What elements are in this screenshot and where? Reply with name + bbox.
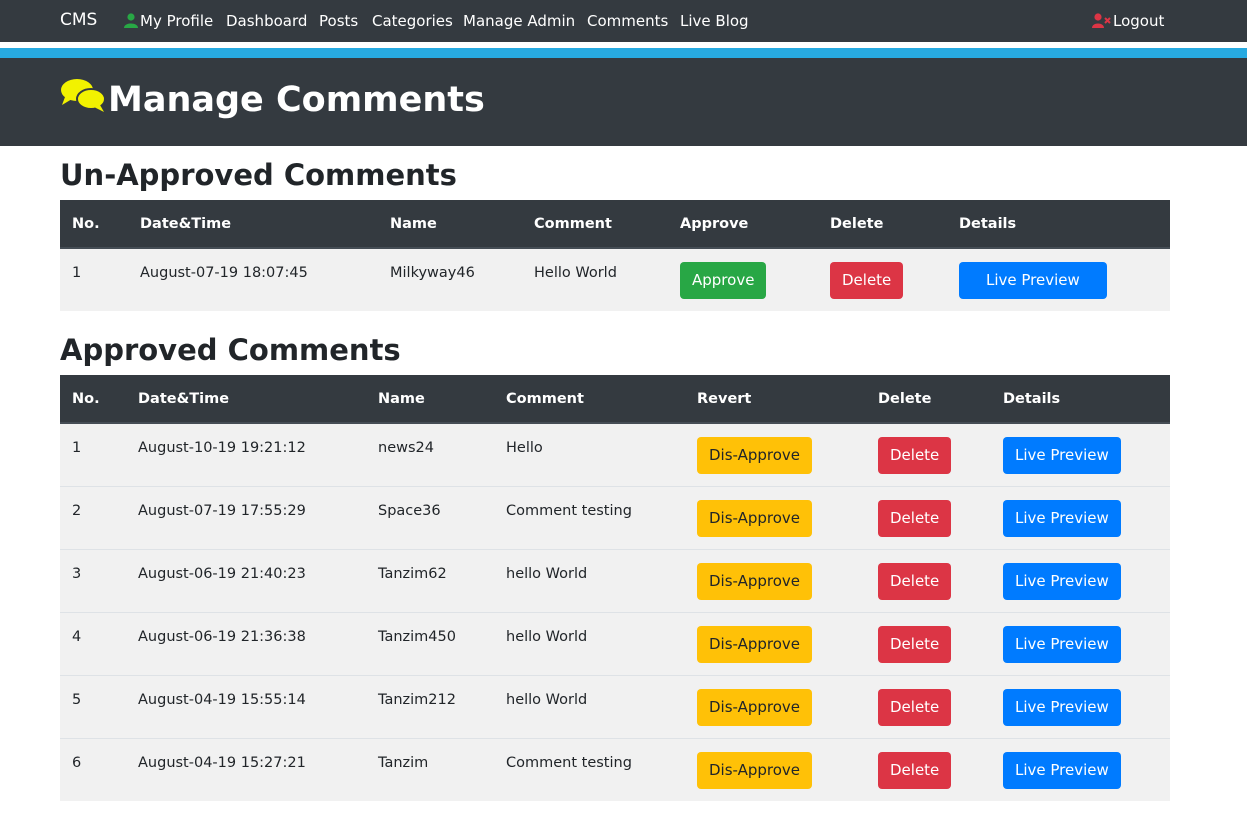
col-approve: Approve xyxy=(668,200,818,249)
live-preview-button[interactable]: Live Preview xyxy=(959,262,1107,299)
approved-table: No. Date&Time Name Comment Revert Delete… xyxy=(60,375,1170,801)
row-comment: hello World xyxy=(506,565,588,582)
row-datetime: August-06-19 21:36:38 xyxy=(138,628,306,645)
disapprove-button[interactable]: Dis-Approve xyxy=(697,625,813,663)
row-name: news24 xyxy=(378,440,434,456)
col-delete: Delete xyxy=(818,200,947,249)
disapprove-button[interactable]: Dis-Approve xyxy=(697,562,813,600)
row-number: 2 xyxy=(72,502,82,519)
row-name: Tanzim62 xyxy=(378,565,447,582)
row-number: 6 xyxy=(72,754,82,771)
unapproved-heading: Un-Approved Comments xyxy=(60,158,457,192)
approved-heading: Approved Comments xyxy=(60,333,401,367)
row-number: 3 xyxy=(72,565,82,582)
delete-button[interactable]: Delete xyxy=(830,262,904,299)
col-no: No. xyxy=(60,200,128,249)
table-row: 1 August-07-19 18:07:45 Milkyway46 Hello… xyxy=(60,247,1170,311)
col-revert: Revert xyxy=(685,375,866,424)
delete-button[interactable]: Delete xyxy=(878,562,952,600)
row-datetime: August-04-19 15:27:21 xyxy=(138,754,306,771)
row-comment: Hello xyxy=(506,440,543,456)
user-times-icon xyxy=(1092,13,1111,33)
row-name: Tanzim212 xyxy=(378,691,456,708)
disapprove-button[interactable]: Dis-Approve xyxy=(697,437,813,474)
nav-posts[interactable]: Posts xyxy=(319,11,358,31)
approve-button[interactable]: Approve xyxy=(680,262,767,299)
row-datetime: August-04-19 15:55:14 xyxy=(138,691,306,708)
nav-dashboard[interactable]: Dashboard xyxy=(226,11,307,31)
nav-logout-label: Logout xyxy=(1113,12,1165,30)
row-datetime: August-07-19 18:07:45 xyxy=(140,265,308,281)
row-comment: Comment testing xyxy=(506,754,632,771)
top-navbar: CMS My Profile Dashboard Posts Categorie… xyxy=(0,0,1247,42)
row-number: 1 xyxy=(72,440,82,456)
col-name: Name xyxy=(378,200,522,249)
nav-comments[interactable]: Comments xyxy=(587,11,668,31)
disapprove-button[interactable]: Dis-Approve xyxy=(697,499,813,537)
unapproved-table: No. Date&Time Name Comment Approve Delet… xyxy=(60,200,1170,311)
brand-link[interactable]: CMS xyxy=(60,10,97,30)
unapproved-table-header: No. Date&Time Name Comment Approve Delet… xyxy=(60,200,1170,249)
col-comment: Comment xyxy=(494,375,685,424)
col-details: Details xyxy=(947,200,1170,249)
delete-button[interactable]: Delete xyxy=(878,688,952,726)
row-number: 1 xyxy=(72,265,82,281)
row-name: Tanzim xyxy=(378,754,429,771)
table-row: 3 August-06-19 21:40:23 Tanzim62 hello W… xyxy=(60,548,1170,612)
col-name: Name xyxy=(366,375,494,424)
table-row: 2 August-07-19 17:55:29 Space36 Comment … xyxy=(60,485,1170,549)
row-datetime: August-07-19 17:55:29 xyxy=(138,502,306,519)
live-preview-button[interactable]: Live Preview xyxy=(1003,688,1121,726)
row-name: Tanzim450 xyxy=(378,628,456,645)
row-datetime: August-10-19 19:21:12 xyxy=(138,440,306,456)
table-row: 1 August-10-19 19:21:12 news24 Hello Dis… xyxy=(60,422,1170,486)
delete-button[interactable]: Delete xyxy=(878,499,952,537)
row-datetime: August-06-19 21:40:23 xyxy=(138,565,306,582)
row-name: Space36 xyxy=(378,502,441,519)
table-row: 5 August-04-19 15:55:14 Tanzim212 hello … xyxy=(60,674,1170,738)
col-comment: Comment xyxy=(522,200,668,249)
table-row: 4 August-06-19 21:36:38 Tanzim450 hello … xyxy=(60,611,1170,675)
nav-categories[interactable]: Categories xyxy=(372,11,453,31)
live-preview-button[interactable]: Live Preview xyxy=(1003,751,1121,789)
row-number: 4 xyxy=(72,628,82,645)
col-delete: Delete xyxy=(866,375,991,424)
nav-live-blog[interactable]: Live Blog xyxy=(680,11,749,31)
col-datetime: Date&Time xyxy=(128,200,378,249)
row-comment: Hello World xyxy=(534,265,617,281)
row-comment: Comment testing xyxy=(506,502,632,519)
live-preview-button[interactable]: Live Preview xyxy=(1003,437,1121,474)
delete-button[interactable]: Delete xyxy=(878,751,952,789)
row-number: 5 xyxy=(72,691,82,708)
accent-bar xyxy=(0,48,1247,58)
disapprove-button[interactable]: Dis-Approve xyxy=(697,751,813,789)
delete-button[interactable]: Delete xyxy=(878,437,952,474)
nav-my-profile-label: My Profile xyxy=(140,12,214,30)
nav-manage-admin[interactable]: Manage Admin xyxy=(463,11,575,31)
row-comment: hello World xyxy=(506,628,588,645)
disapprove-button[interactable]: Dis-Approve xyxy=(697,688,813,726)
col-datetime: Date&Time xyxy=(126,375,366,424)
row-name: Milkyway46 xyxy=(390,265,475,281)
live-preview-button[interactable]: Live Preview xyxy=(1003,562,1121,600)
nav-my-profile[interactable]: My Profile xyxy=(124,11,213,33)
delete-button[interactable]: Delete xyxy=(878,625,952,663)
col-details: Details xyxy=(991,375,1170,424)
live-preview-button[interactable]: Live Preview xyxy=(1003,499,1121,537)
page-title-text: Manage Comments xyxy=(108,80,485,120)
live-preview-button[interactable]: Live Preview xyxy=(1003,625,1121,663)
nav-logout[interactable]: Logout xyxy=(1092,11,1164,33)
table-row: 6 August-04-19 15:27:21 Tanzim Comment t… xyxy=(60,737,1170,801)
comments-icon xyxy=(60,77,106,126)
col-no: No. xyxy=(60,375,126,424)
user-icon xyxy=(124,13,138,33)
page-title: Manage Comments xyxy=(60,76,485,126)
row-comment: hello World xyxy=(506,691,588,708)
approved-table-header: No. Date&Time Name Comment Revert Delete… xyxy=(60,375,1170,424)
